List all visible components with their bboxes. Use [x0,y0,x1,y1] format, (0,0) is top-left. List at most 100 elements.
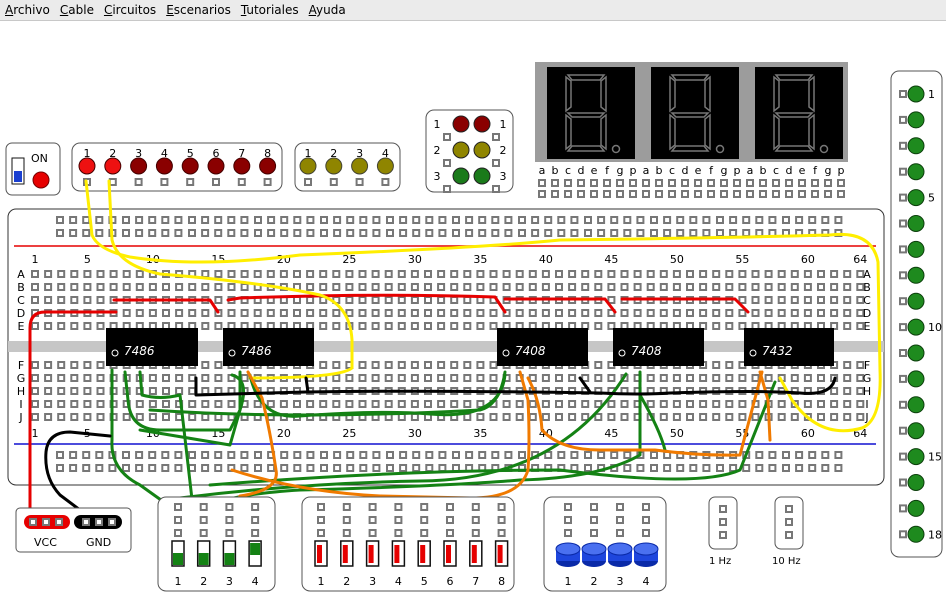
breadboard-hole[interactable] [686,283,694,291]
breadboard-hole[interactable] [424,361,432,369]
rail-hole[interactable] [240,464,249,472]
breadboard-hole[interactable] [489,270,498,278]
breadboard-hole[interactable] [790,309,799,317]
breadboard-hole[interactable] [528,283,537,291]
breadboard-hole[interactable] [659,374,668,382]
breadboard-hole[interactable] [515,283,524,291]
breadboard-hole[interactable] [44,400,53,408]
rail-hole[interactable] [174,229,183,237]
clock-socket[interactable] [785,531,793,539]
yellow-led-socket[interactable] [304,178,312,186]
rail-hole[interactable] [676,464,685,472]
breadboard-hole[interactable] [712,413,721,421]
dip-b-socket[interactable] [420,503,429,511]
rail-hole[interactable] [267,229,276,237]
right-led-socket[interactable] [899,349,907,357]
breadboard-hole[interactable] [424,374,432,382]
rail-hole[interactable] [399,464,408,472]
breadboard-hole[interactable] [476,322,485,330]
segment-pin-socket[interactable] [837,190,845,198]
dip-a-socket[interactable] [225,516,234,524]
rail-hole[interactable] [716,216,724,224]
vcc-socket[interactable] [42,518,50,526]
breadboard-hole[interactable] [371,400,380,408]
rail-hole[interactable] [240,216,249,224]
breadboard-hole[interactable] [712,374,721,382]
button-socket[interactable] [590,516,598,524]
breadboard-hole[interactable] [57,322,66,330]
right-led-socket[interactable] [899,167,907,176]
dip-b-socket[interactable] [342,529,351,537]
breadboard-hole[interactable] [790,283,799,291]
rail-hole[interactable] [188,451,196,459]
rail-hole[interactable] [386,451,394,459]
segment-pin-socket[interactable] [655,179,663,187]
breadboard-hole[interactable] [214,296,223,304]
dip-b-toggle[interactable] [417,540,431,567]
breadboard-hole[interactable] [410,296,419,304]
breadboard-hole[interactable] [31,413,39,421]
breadboard-hole[interactable] [738,270,747,278]
breadboard-hole[interactable] [397,270,406,278]
menu-archivo[interactable]: Archivo [0,3,55,17]
breadboard-hole[interactable] [725,400,734,408]
breadboard-hole[interactable] [843,374,852,382]
segment-pin-socket[interactable] [759,179,767,187]
breadboard-hole[interactable] [345,270,354,278]
breadboard-hole[interactable] [817,400,825,408]
breadboard-hole[interactable] [162,283,170,291]
segment-pin-socket[interactable] [629,190,637,198]
breadboard-hole[interactable] [214,400,223,408]
breadboard-hole[interactable] [764,374,773,382]
breadboard-hole[interactable] [175,309,184,317]
breadboard-hole[interactable] [607,400,616,408]
breadboard-hole[interactable] [358,374,367,382]
dip-b-socket[interactable] [497,529,506,537]
breadboard-hole[interactable] [607,413,616,421]
rail-hole[interactable] [478,229,487,237]
segment-pin-socket[interactable] [668,190,676,198]
rail-hole[interactable] [56,464,64,472]
breadboard-hole[interactable] [371,283,380,291]
clock-socket[interactable] [719,531,727,539]
breadboard-hole[interactable] [410,361,419,369]
breadboard-hole[interactable] [371,270,380,278]
breadboard-hole[interactable] [738,283,747,291]
segment-pin-socket[interactable] [551,179,559,187]
push-button[interactable] [607,542,633,567]
breadboard-hole[interactable] [712,361,721,369]
breadboard-hole[interactable] [293,309,301,317]
button-socket[interactable] [564,503,572,511]
breadboard-hole[interactable] [803,270,812,278]
segment-pin-socket[interactable] [551,190,559,198]
breadboard-hole[interactable] [725,413,734,421]
breadboard-hole[interactable] [122,413,131,421]
breadboard-hole[interactable] [515,309,524,317]
right-led-socket[interactable] [899,115,907,124]
breadboard-hole[interactable] [843,387,852,395]
traffic-socket[interactable] [492,133,500,141]
breadboard-hole[interactable] [96,361,105,369]
rail-hole[interactable] [584,229,592,237]
breadboard-hole[interactable] [148,374,157,382]
rail-hole[interactable] [254,451,262,459]
rail-hole[interactable] [663,229,672,237]
breadboard-hole[interactable] [70,283,79,291]
breadboard-hole[interactable] [83,400,92,408]
breadboard-hole[interactable] [253,270,262,278]
rail-hole[interactable] [610,229,619,237]
breadboard-hole[interactable] [70,374,79,382]
rail-hole[interactable] [755,451,764,459]
dip-b-socket[interactable] [368,503,377,511]
rail-hole[interactable] [214,451,223,459]
breadboard-hole[interactable] [620,283,629,291]
breadboard-hole[interactable] [751,413,760,421]
breadboard-hole[interactable] [581,400,590,408]
breadboard-hole[interactable] [712,283,721,291]
breadboard-hole[interactable] [162,413,170,421]
breadboard-hole[interactable] [148,387,157,395]
rail-hole[interactable] [491,229,500,237]
button-socket[interactable] [642,529,650,537]
rail-hole[interactable] [412,216,421,224]
breadboard-hole[interactable] [96,374,105,382]
